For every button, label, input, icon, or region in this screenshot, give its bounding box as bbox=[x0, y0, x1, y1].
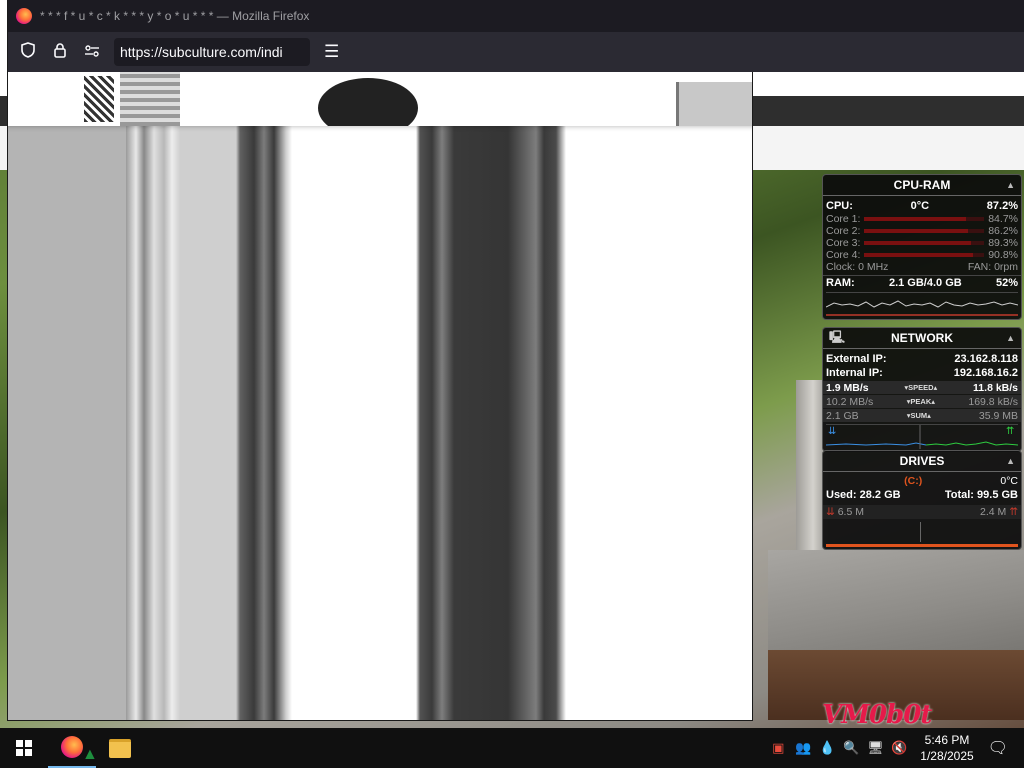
firefox-logo-icon bbox=[16, 8, 32, 24]
network-history-graph: ⇊ ⇈ bbox=[825, 424, 1019, 449]
firefox-icon bbox=[61, 736, 83, 758]
url-bar[interactable]: https://subculture.com/indi bbox=[114, 38, 310, 66]
firefox-toolbar: https://subculture.com/indi ☰ bbox=[8, 32, 1024, 72]
external-ip: 23.162.8.118 bbox=[954, 353, 1018, 365]
core-row: Core 2: 86.2% bbox=[823, 225, 1021, 237]
drive-activity-graph bbox=[826, 522, 1018, 542]
network-title: NETWORK bbox=[891, 331, 953, 345]
windows-logo-icon bbox=[16, 740, 32, 756]
download-arrow-icon: ⇊ bbox=[828, 426, 836, 437]
core-label: Core 2: bbox=[826, 225, 861, 237]
security-tray-icon[interactable]: ▣ bbox=[771, 740, 785, 756]
core-row: Core 3: 89.3% bbox=[823, 237, 1021, 249]
sum-up: 35.9 MB bbox=[978, 409, 1018, 422]
collapse-caret-icon[interactable]: ▲ bbox=[1006, 180, 1015, 190]
cpu-ram-gadget[interactable]: CPU-RAM ▲ CPU: 0°C 87.2% Core 1: 84.7% C… bbox=[822, 174, 1022, 320]
cpu-percent: 87.2% bbox=[986, 200, 1018, 212]
fan-speed: FAN: 0rpm bbox=[967, 261, 1018, 273]
upload-arrow-icon: ⇈ bbox=[1006, 426, 1014, 437]
ram-usage: 2.1 GB/4.0 GB bbox=[888, 277, 962, 289]
page-image-shadow bbox=[8, 126, 752, 720]
permissions-icon[interactable] bbox=[84, 44, 100, 61]
volume-muted-icon[interactable]: 🔇 bbox=[891, 740, 907, 756]
write-arrow-icon: ⇈ bbox=[1006, 506, 1018, 518]
folder-icon bbox=[109, 738, 131, 758]
window-title: * * * f * u * c * k * * * y * o * u * * … bbox=[40, 9, 310, 23]
taskbar-firefox[interactable]: ▲ bbox=[48, 728, 98, 768]
taskbar-clock[interactable]: 5:46 PM 1/28/2025 bbox=[920, 732, 973, 764]
network-tray-icon[interactable]: 🖥 bbox=[867, 740, 884, 756]
core-usage-bar bbox=[864, 241, 985, 245]
lock-icon[interactable] bbox=[52, 42, 68, 62]
cpu-label: CPU: bbox=[826, 200, 853, 212]
peak-label: ▾PEAK▴ bbox=[906, 397, 936, 406]
notification-icon[interactable]: 🗨 bbox=[988, 738, 1008, 758]
peak-down: 10.2 MB/s bbox=[826, 395, 874, 408]
speed-down: 1.9 MB/s bbox=[826, 381, 869, 394]
speed-up: 11.8 kB/s bbox=[973, 381, 1018, 394]
ram-label: RAM: bbox=[826, 277, 855, 289]
desktop-watermark: VM0b0t bbox=[822, 700, 932, 730]
search-tray-icon[interactable]: 🔍 bbox=[843, 740, 859, 756]
sum-label: ▾SUM▴ bbox=[906, 411, 931, 420]
taskbar: ▲ ▣ 👥 💧 🔍 🖥 🔇 5:46 PM 1/28/2025 🗨 bbox=[0, 728, 1024, 768]
internal-ip: 192.168.16.2 bbox=[953, 367, 1018, 379]
drive-read: ⇊ 6.5 M bbox=[826, 506, 864, 518]
network-header[interactable]: 🖳 NETWORK ▲ bbox=[823, 328, 1021, 349]
hamburger-menu-icon[interactable]: ☰ bbox=[324, 42, 339, 62]
sum-down: 2.1 GB bbox=[826, 409, 859, 422]
peak-up: 169.8 kB/s bbox=[968, 395, 1018, 408]
clock-date: 1/28/2025 bbox=[920, 749, 974, 763]
core-usage-bar bbox=[864, 229, 985, 233]
core-row: Core 4: 90.8% bbox=[823, 249, 1021, 261]
drives-gadget[interactable]: DRIVES ▲ (C:) 0°C Used: 28.2 GB Total: 9… bbox=[822, 450, 1022, 550]
pixel-building-right bbox=[676, 82, 752, 126]
core-value: 86.2% bbox=[988, 225, 1018, 237]
page-header-art bbox=[8, 72, 752, 138]
cpu-history-graph bbox=[825, 292, 1019, 317]
shield-icon[interactable] bbox=[20, 42, 36, 62]
cpu-ram-title: CPU-RAM bbox=[893, 178, 951, 192]
drive-letter: (C:) bbox=[904, 475, 923, 487]
pixel-building bbox=[120, 72, 180, 126]
clock-time: 5:46 PM bbox=[924, 733, 970, 747]
clock-speed: Clock: 0 MHz bbox=[826, 261, 889, 273]
core-value: 89.3% bbox=[988, 237, 1018, 249]
network-gadget[interactable]: 🖳 NETWORK ▲ External IP: 23.162.8.118 In… bbox=[822, 327, 1022, 452]
core-usage-bar bbox=[864, 253, 985, 257]
core-label: Core 3: bbox=[826, 237, 861, 249]
pixel-art-left bbox=[84, 76, 114, 122]
drive-temp: 0°C bbox=[1000, 475, 1018, 487]
start-button[interactable] bbox=[0, 728, 48, 768]
collapse-caret-icon[interactable]: ▲ bbox=[1006, 333, 1015, 343]
drive-used: Used: 28.2 GB bbox=[826, 489, 901, 501]
read-arrow-icon: ⇊ bbox=[826, 506, 838, 518]
drive-write: 2.4 M ⇈ bbox=[980, 506, 1018, 518]
core-label: Core 1: bbox=[826, 213, 861, 225]
ram-percent: 52% bbox=[995, 277, 1018, 289]
drop-tray-icon[interactable]: 💧 bbox=[819, 740, 835, 756]
cpu-temp: 0°C bbox=[910, 200, 930, 212]
internal-ip-label: Internal IP: bbox=[826, 367, 883, 379]
users-tray-icon[interactable]: 👥 bbox=[795, 740, 811, 756]
drive-total: Total: 99.5 GB bbox=[944, 489, 1018, 501]
cpu-ram-header[interactable]: CPU-RAM ▲ bbox=[823, 175, 1021, 196]
core-row: Core 1: 84.7% bbox=[823, 213, 1021, 225]
core-usage-bar bbox=[864, 217, 985, 221]
drives-title: DRIVES bbox=[899, 454, 945, 468]
drives-header[interactable]: DRIVES ▲ bbox=[823, 451, 1021, 472]
core-label: Core 4: bbox=[826, 249, 861, 261]
taskbar-file-explorer[interactable] bbox=[96, 728, 144, 768]
collapse-caret-icon[interactable]: ▲ bbox=[1006, 456, 1015, 466]
speed-label: ▾SPEED▴ bbox=[904, 383, 938, 392]
page-content[interactable] bbox=[8, 72, 752, 720]
firefox-titlebar[interactable]: * * * f * u * c * k * * * y * o * u * * … bbox=[8, 0, 1024, 32]
core-list: Core 1: 84.7% Core 2: 86.2% Core 3: 89.3… bbox=[823, 213, 1021, 261]
core-value: 84.7% bbox=[988, 213, 1018, 225]
core-value: 90.8% bbox=[988, 249, 1018, 261]
drive-usage-bar bbox=[826, 544, 1018, 547]
external-ip-label: External IP: bbox=[826, 353, 887, 365]
computer-icon: 🖳 bbox=[829, 329, 846, 344]
